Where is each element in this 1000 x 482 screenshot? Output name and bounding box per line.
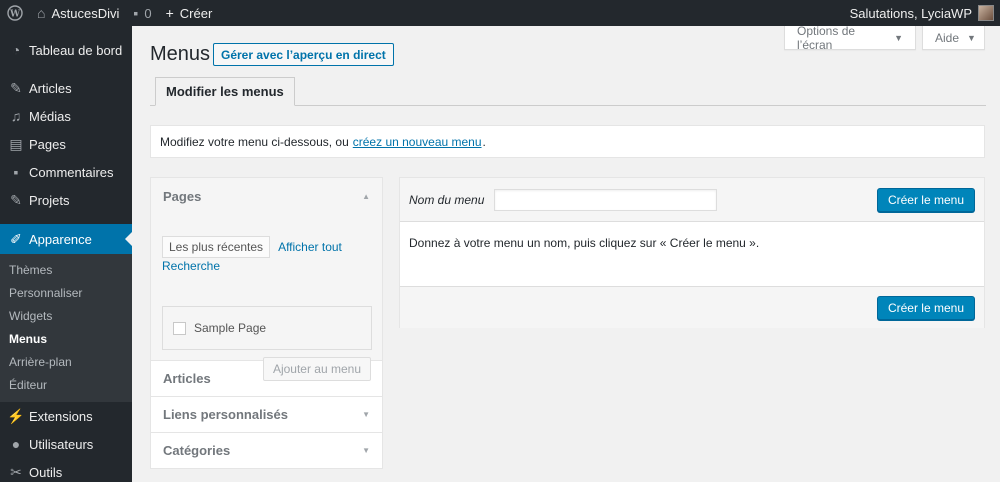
user-icon: ● xyxy=(11,436,21,452)
admin-sidebar: ◔ Tableau de bord ✎ Articles ♫ Médias ▤ … xyxy=(0,26,132,482)
sidebar-item-label: Articles xyxy=(29,80,72,96)
sidebar-item-label: Médias xyxy=(29,108,71,124)
sidebar-item-label: Commentaires xyxy=(29,164,114,180)
create-menu-button[interactable]: Créer le menu xyxy=(876,187,975,212)
plus-icon: + xyxy=(165,5,174,21)
sidebar-item-label: Apparence xyxy=(29,231,92,247)
sidebar-item-articles[interactable]: ✎ Articles xyxy=(0,74,132,102)
sidebar-item-label: Pages xyxy=(29,136,66,152)
page-title: Menus xyxy=(150,43,211,65)
live-preview-button[interactable]: Gérer avec l’aperçu en direct xyxy=(213,43,394,66)
sidebar-item-label: Tableau de bord xyxy=(29,42,123,58)
new-content-link[interactable]: + Créer xyxy=(159,0,220,26)
wrench-icon: ✂ xyxy=(10,463,22,480)
help-button[interactable]: Aide ▼ xyxy=(922,26,985,50)
dashboard-icon: ◔ xyxy=(11,42,21,58)
submenu-item-editor[interactable]: Éditeur xyxy=(0,373,132,396)
accordion-title: Catégories xyxy=(163,443,231,458)
svg-text:W: W xyxy=(9,10,21,20)
add-to-menu-button[interactable]: Ajouter au menu xyxy=(262,357,371,381)
sidebar-item-appearance[interactable]: ✐ Apparence xyxy=(0,224,132,254)
menu-name-label: Nom du menu xyxy=(409,192,485,207)
wordpress-logo-icon[interactable]: W xyxy=(0,0,30,26)
site-name: AstucesDivi xyxy=(51,5,120,21)
create-menu-button-footer[interactable]: Créer le menu xyxy=(876,295,975,320)
submenu-item-menus[interactable]: Menus xyxy=(0,327,132,350)
pages-checklist: Sample Page xyxy=(162,306,372,350)
sidebar-item-label: Extensions xyxy=(29,408,93,424)
pin-icon: ✎ xyxy=(10,79,22,96)
new-content-label: Créer xyxy=(179,5,213,21)
screen-options-button[interactable]: Options de l’écran ▼ xyxy=(784,23,916,52)
help-label: Aide xyxy=(935,30,960,45)
appearance-submenu: Thèmes Personnaliser Widgets Menus Arriè… xyxy=(0,254,132,402)
menu-editor-header: Nom du menu Créer le menu xyxy=(400,178,984,222)
menu-editor: Nom du menu Créer le menu Donnez à votre… xyxy=(399,177,985,328)
pages-panel: Les plus récentes Afficher tout Recherch… xyxy=(151,214,382,381)
comment-icon: ▪ xyxy=(133,5,139,21)
manage-menus-notice: Modifiez votre menu ci-dessous, ou créez… xyxy=(150,125,985,158)
tab-edit-menus[interactable]: Modifier les menus xyxy=(155,77,295,106)
sidebar-item-comments[interactable]: ▪ Commentaires xyxy=(0,158,132,186)
tab-search[interactable]: Recherche xyxy=(162,259,371,273)
submenu-item-widgets[interactable]: Widgets xyxy=(0,304,132,327)
sidebar-item-medias[interactable]: ♫ Médias xyxy=(0,102,132,130)
sidebar-item-tools[interactable]: ✂ Outils xyxy=(0,458,132,482)
menu-items-accordion: Pages ▲ Les plus récentes Afficher tout … xyxy=(150,177,383,469)
accordion-title: Articles xyxy=(163,371,211,386)
sidebar-item-label: Projets xyxy=(29,192,70,208)
tab-most-recent[interactable]: Les plus récentes xyxy=(162,236,271,258)
sidebar-item-extensions[interactable]: ⚡ Extensions xyxy=(0,402,132,430)
page-icon: ▤ xyxy=(9,135,23,152)
avatar xyxy=(978,5,994,21)
submenu-item-customize[interactable]: Personnaliser xyxy=(0,281,132,304)
caret-down-icon: ▼ xyxy=(894,32,903,43)
submenu-item-background[interactable]: Arrière-plan xyxy=(0,350,132,373)
page-item-label: Sample Page xyxy=(194,321,267,335)
sidebar-item-label: Outils xyxy=(29,464,63,480)
menu-name-input[interactable] xyxy=(494,188,718,211)
accordion-section-pages[interactable]: Pages ▲ xyxy=(151,178,382,214)
page-checkbox[interactable] xyxy=(173,321,186,335)
comments-link[interactable]: ▪ 0 xyxy=(126,0,158,26)
accordion-title: Pages xyxy=(163,188,202,204)
brush-icon: ✐ xyxy=(10,230,22,247)
home-icon: ⌂ xyxy=(37,5,46,21)
sidebar-item-projects[interactable]: ✎ Projets xyxy=(0,186,132,214)
accordion-section-categories[interactable]: Catégories ▼ xyxy=(151,432,382,468)
caret-down-icon: ▼ xyxy=(967,32,976,43)
tab-view-all[interactable]: Afficher tout xyxy=(278,240,342,254)
sidebar-item-users[interactable]: ● Utilisateurs xyxy=(0,430,132,458)
menu-editor-footer: Créer le menu xyxy=(400,286,984,328)
pin-icon: ✎ xyxy=(10,191,22,208)
submenu-item-themes[interactable]: Thèmes xyxy=(0,258,132,281)
accordion-section-custom-links[interactable]: Liens personnalisés ▼ xyxy=(151,396,382,432)
menu-instructions: Donnez à votre menu un nom, puis cliquez… xyxy=(409,236,760,250)
media-icon: ♫ xyxy=(10,108,22,124)
create-new-menu-link[interactable]: créez un nouveau menu xyxy=(353,135,482,149)
caret-down-icon: ▼ xyxy=(362,446,370,455)
comment-icon: ▪ xyxy=(13,164,19,180)
notice-end: . xyxy=(482,134,486,149)
sidebar-item-label: Utilisateurs xyxy=(29,436,94,452)
plugin-icon: ⚡ xyxy=(7,407,25,424)
menu-editor-body: Donnez à votre menu un nom, puis cliquez… xyxy=(400,222,984,286)
screen-options-label: Options de l’écran xyxy=(797,23,856,52)
admin-bar: W ⌂ AstucesDivi ▪ 0 + Créer Salutations,… xyxy=(0,0,1000,26)
caret-down-icon: ▼ xyxy=(362,410,370,419)
notice-text: Modifiez votre menu ci-dessous, ou xyxy=(160,134,349,149)
accordion-title: Liens personnalisés xyxy=(163,407,288,422)
comments-count: 0 xyxy=(144,5,152,21)
account-menu[interactable]: Salutations, LyciaWP xyxy=(843,0,1000,26)
caret-up-icon: ▲ xyxy=(362,191,370,201)
sidebar-item-pages[interactable]: ▤ Pages xyxy=(0,130,132,158)
sidebar-item-dashboard[interactable]: ◔ Tableau de bord xyxy=(0,36,132,64)
greeting-text: Salutations, LyciaWP xyxy=(849,5,972,21)
site-name-link[interactable]: ⌂ AstucesDivi xyxy=(30,0,126,26)
